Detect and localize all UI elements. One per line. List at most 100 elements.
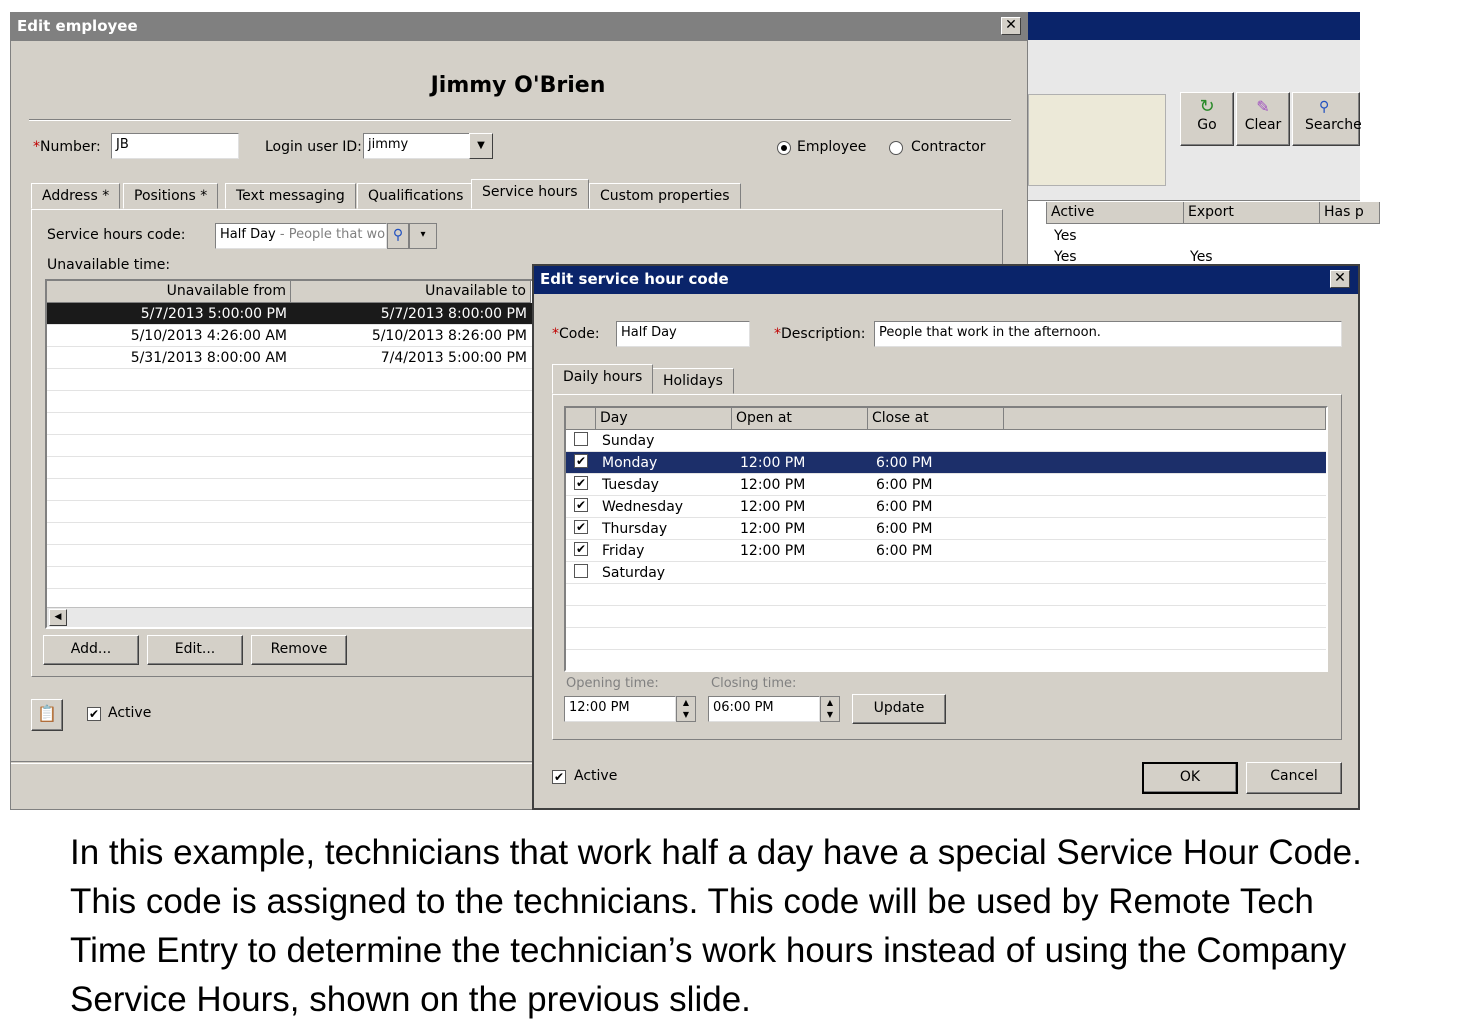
- bg-col-has[interactable]: Has p: [1320, 202, 1380, 224]
- empty-row: [47, 369, 543, 391]
- employee-name: Jimmy O'Brien: [11, 73, 1025, 98]
- bg-col-active[interactable]: Active: [1046, 202, 1184, 224]
- service-hours-code-input[interactable]: Half Day - People that wo: [215, 223, 387, 249]
- empty-row: [566, 584, 1326, 606]
- login-select[interactable]: jimmy: [363, 133, 471, 159]
- code-label: *Code:: [552, 326, 600, 342]
- tab-service-hours[interactable]: Service hours: [471, 179, 589, 209]
- close-icon[interactable]: ✕: [1001, 17, 1021, 35]
- empty-row: [47, 545, 543, 567]
- description-input[interactable]: People that work in the afternoon.: [874, 321, 1342, 347]
- radio-employee[interactable]: [777, 141, 791, 155]
- edit-service-hour-code-dialog: Edit service hour code ✕ *Code: Half Day…: [532, 264, 1360, 810]
- background-panel: [1028, 94, 1166, 186]
- chevron-down-icon[interactable]: ▼: [469, 133, 493, 159]
- col-filler: [1004, 408, 1326, 430]
- table-row[interactable]: 5/7/2013 5:00:00 PM 5/7/2013 8:00:00 PM: [47, 303, 543, 325]
- tab-positions[interactable]: Positions *: [123, 183, 218, 209]
- col-check: [566, 408, 596, 430]
- edit-button[interactable]: Edit...: [147, 635, 243, 665]
- bg-col-export[interactable]: Export: [1184, 202, 1320, 224]
- notes-icon[interactable]: 📋: [31, 699, 63, 731]
- service-hours-code-label: Service hours code:: [47, 227, 185, 243]
- close-icon[interactable]: ✕: [1330, 270, 1350, 288]
- day-row-friday[interactable]: ✔ Friday 12:00 PM 6:00 PM: [566, 540, 1326, 562]
- closing-time-spinner[interactable]: ▲▼: [820, 696, 840, 722]
- day-row-tuesday[interactable]: ✔ Tuesday 12:00 PM 6:00 PM: [566, 474, 1326, 496]
- empty-row: [47, 435, 543, 457]
- col-open-at[interactable]: Open at: [732, 408, 868, 430]
- empty-row: [47, 567, 543, 589]
- empty-row: [566, 628, 1326, 650]
- day-row-sunday[interactable]: Sunday: [566, 430, 1326, 452]
- description-label: *Description:: [774, 326, 865, 342]
- empty-row: [566, 606, 1326, 628]
- service-hour-tabs: Daily hours Holidays: [552, 368, 852, 396]
- empty-row: [47, 523, 543, 545]
- update-button[interactable]: Update: [852, 694, 946, 724]
- daily-hours-grid[interactable]: Day Open at Close at Sunday ✔ Monday 12:…: [564, 406, 1328, 672]
- search-icon: ⚲: [1305, 97, 1359, 117]
- col-day[interactable]: Day: [596, 408, 732, 430]
- background-titlebar: [1026, 12, 1360, 40]
- unavailable-time-label: Unavailable time:: [47, 257, 170, 273]
- day-checkbox[interactable]: ✔: [574, 520, 588, 534]
- employee-active-label: Active: [108, 705, 151, 721]
- radio-contractor[interactable]: [889, 141, 903, 155]
- tab-custom-properties[interactable]: Custom properties: [589, 183, 741, 209]
- day-checkbox[interactable]: [574, 432, 588, 446]
- tab-qualifications[interactable]: Qualifications: [357, 183, 474, 209]
- horizontal-scrollbar[interactable]: ◀: [47, 607, 543, 627]
- ok-button[interactable]: OK: [1142, 762, 1238, 794]
- go-button[interactable]: ↻ Go: [1180, 92, 1234, 146]
- table-row[interactable]: 5/31/2013 8:00:00 AM 7/4/2013 5:00:00 PM: [47, 347, 543, 369]
- lookup-menu-icon[interactable]: ▾: [409, 223, 437, 249]
- lookup-search-icon[interactable]: ⚲: [387, 223, 409, 249]
- cancel-button[interactable]: Cancel: [1246, 762, 1342, 794]
- col-unavailable-to[interactable]: Unavailable to: [291, 281, 531, 303]
- edit-employee-titlebar: Edit employee: [11, 13, 1027, 41]
- service-active-checkbox[interactable]: ✔: [552, 770, 566, 784]
- number-input[interactable]: JB: [111, 133, 239, 159]
- searches-button[interactable]: ⚲ Searche: [1292, 92, 1360, 146]
- caption-line: Time Entry to determine the technician’s…: [70, 926, 1470, 975]
- slide-caption: In this example, technicians that work h…: [70, 828, 1470, 1024]
- day-checkbox[interactable]: ✔: [574, 454, 588, 468]
- day-row-wednesday[interactable]: ✔ Wednesday 12:00 PM 6:00 PM: [566, 496, 1326, 518]
- day-checkbox[interactable]: ✔: [574, 498, 588, 512]
- remove-button[interactable]: Remove: [251, 635, 347, 665]
- number-label: *Number:: [33, 139, 101, 155]
- col-unavailable-from[interactable]: Unavailable from: [53, 281, 291, 303]
- clear-button[interactable]: ✎ Clear: [1236, 92, 1290, 146]
- day-checkbox[interactable]: ✔: [574, 542, 588, 556]
- empty-row: [47, 413, 543, 435]
- day-row-saturday[interactable]: Saturday: [566, 562, 1326, 584]
- bg-row-2-export: Yes: [1190, 249, 1213, 265]
- table-row[interactable]: 5/10/2013 4:26:00 AM 5/10/2013 8:26:00 P…: [47, 325, 543, 347]
- code-input[interactable]: Half Day: [616, 321, 750, 347]
- opening-time-label: Opening time:: [566, 676, 659, 691]
- scroll-left-icon[interactable]: ◀: [49, 609, 67, 626]
- day-checkbox[interactable]: ✔: [574, 476, 588, 490]
- unavailable-time-grid[interactable]: Unavailable from Unavailable to 5/7/2013…: [45, 279, 545, 629]
- eraser-icon: ✎: [1237, 97, 1289, 117]
- tab-text-messaging[interactable]: Text messaging: [225, 183, 356, 209]
- col-close-at[interactable]: Close at: [868, 408, 1004, 430]
- tab-daily-hours[interactable]: Daily hours: [552, 364, 653, 394]
- service-hour-title: Edit service hour code: [540, 270, 729, 288]
- day-row-monday[interactable]: ✔ Monday 12:00 PM 6:00 PM: [566, 452, 1326, 474]
- opening-time-spinner[interactable]: ▲▼: [676, 696, 696, 722]
- tab-holidays[interactable]: Holidays: [652, 368, 734, 394]
- add-button[interactable]: Add...: [43, 635, 139, 665]
- employee-active-checkbox[interactable]: ✔: [87, 707, 101, 721]
- tab-address[interactable]: Address *: [31, 183, 120, 209]
- caption-line: Service Hours, shown on the previous sli…: [70, 975, 1470, 1024]
- service-hour-titlebar: Edit service hour code: [534, 266, 1358, 294]
- background-grid: Active Export Has p Yes Yes Yes: [1026, 200, 1360, 268]
- day-row-thursday[interactable]: ✔ Thursday 12:00 PM 6:00 PM: [566, 518, 1326, 540]
- empty-row: [47, 457, 543, 479]
- header-divider: [29, 119, 1011, 121]
- closing-time-input[interactable]: 06:00 PM: [708, 696, 820, 722]
- day-checkbox[interactable]: [574, 564, 588, 578]
- opening-time-input[interactable]: 12:00 PM: [564, 696, 676, 722]
